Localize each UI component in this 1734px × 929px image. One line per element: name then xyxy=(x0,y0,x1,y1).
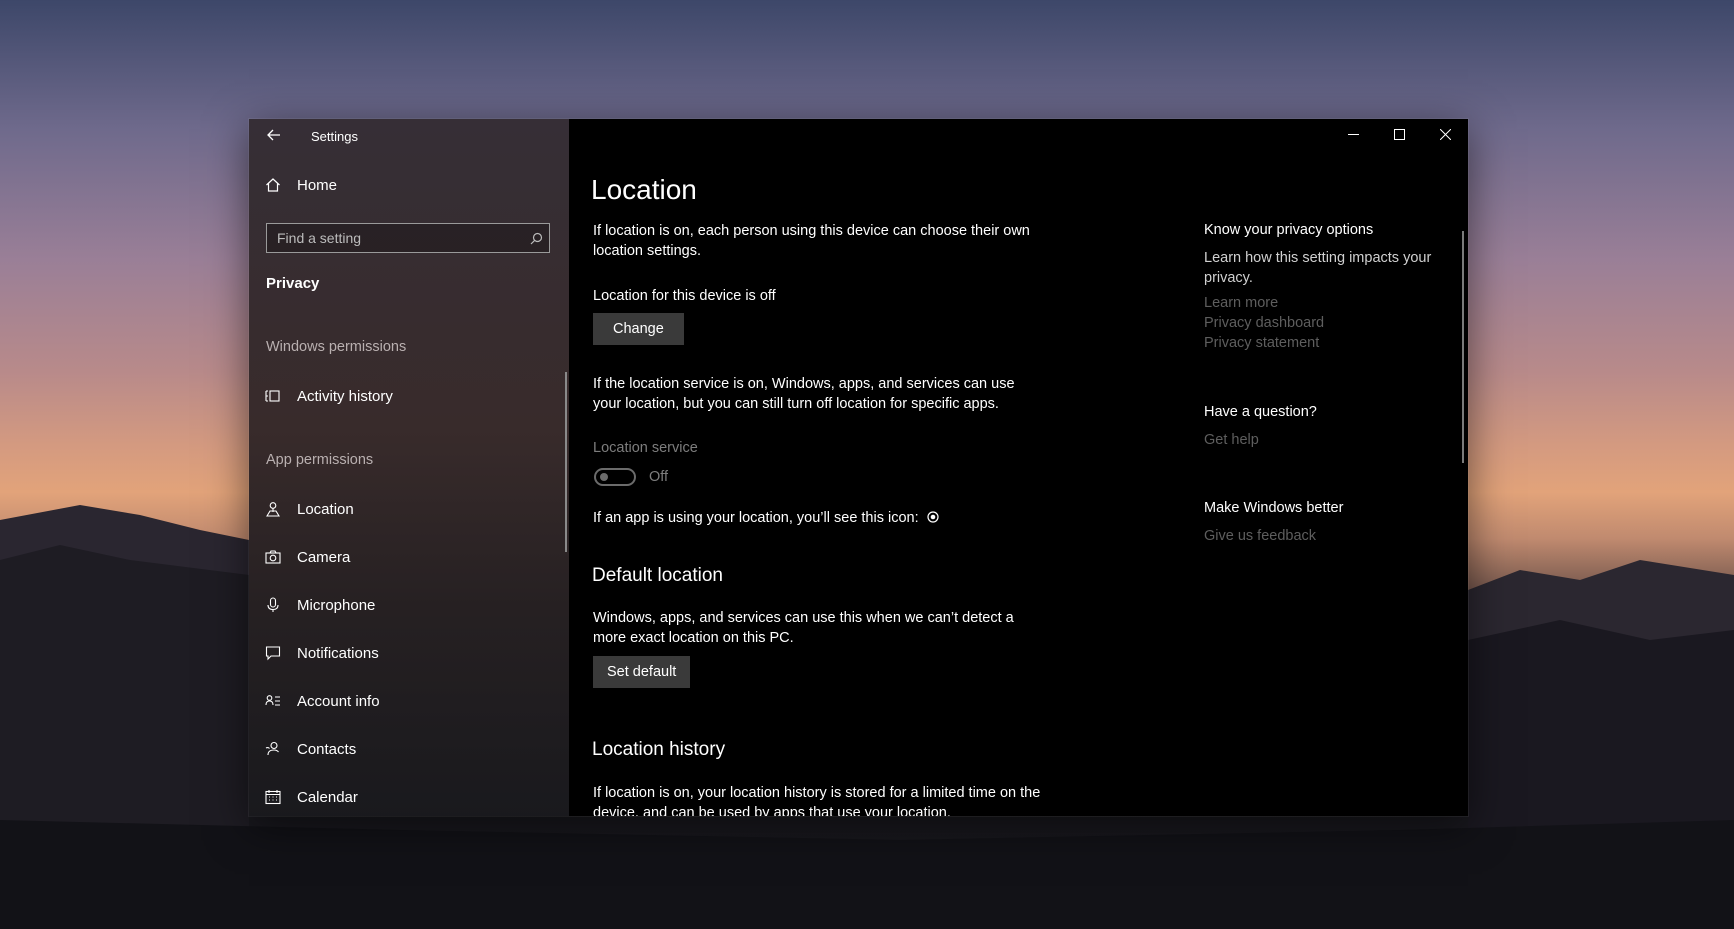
sidebar-item-calendar[interactable]: Calendar xyxy=(263,782,358,812)
nav-home[interactable]: Home xyxy=(263,171,337,199)
learn-more-link[interactable]: Learn more xyxy=(1204,295,1278,311)
search-input[interactable] xyxy=(267,224,523,252)
get-help-link[interactable]: Get help xyxy=(1204,432,1259,448)
privacy-options-text: Learn how this setting impacts your priv… xyxy=(1204,250,1432,286)
maximize-icon xyxy=(1393,128,1405,140)
contacts-icon xyxy=(263,739,283,759)
location-in-use-icon xyxy=(927,511,939,523)
sidebar-item-contacts[interactable]: Contacts xyxy=(263,734,356,764)
default-location-text: Windows, apps, and services can use this… xyxy=(593,610,1014,646)
microphone-icon xyxy=(263,595,283,615)
app-permissions-label: App permissions xyxy=(266,452,374,468)
minimize-icon xyxy=(1347,133,1359,135)
sidebar-item-label: Notifications xyxy=(297,644,379,662)
sidebar-item-account-info[interactable]: Account info xyxy=(263,686,380,716)
default-location-heading: Default location xyxy=(592,565,723,586)
maximize-button[interactable] xyxy=(1376,119,1422,149)
toggle-knob xyxy=(600,473,608,481)
set-default-button[interactable]: Set default xyxy=(593,656,691,688)
device-location-status: Location for this device is off xyxy=(593,288,776,304)
window-controls xyxy=(1330,119,1468,149)
icon-notice-text: If an app is using your location, you’ll… xyxy=(593,510,919,526)
back-arrow-icon xyxy=(267,129,280,141)
sidebar-item-label: Account info xyxy=(297,692,380,710)
sidebar-item-activity-history[interactable]: Activity history xyxy=(263,381,393,411)
notifications-icon xyxy=(263,643,283,663)
search-icon[interactable] xyxy=(523,225,549,251)
sidebar-item-label: Camera xyxy=(297,548,351,566)
sidebar: Settings Home Privacy Windows permission… xyxy=(249,119,569,816)
privacy-statement-link[interactable]: Privacy statement xyxy=(1204,335,1319,351)
sidebar-item-label: Microphone xyxy=(297,596,376,614)
activity-history-icon xyxy=(263,386,283,406)
privacy-dashboard-link[interactable]: Privacy dashboard xyxy=(1204,315,1324,331)
icon-notice-row: If an app is using your location, you’ll… xyxy=(593,508,1093,528)
location-history-text: If location is on, your location history… xyxy=(593,785,1041,816)
sidebar-scrollbar[interactable] xyxy=(565,372,567,552)
question-heading: Have a question? xyxy=(1204,404,1317,420)
give-feedback-link[interactable]: Give us feedback xyxy=(1204,528,1316,544)
make-windows-better-heading: Make Windows better xyxy=(1204,500,1344,516)
main-content: Location If location is on, each person … xyxy=(569,119,1468,816)
location-history-heading: Location history xyxy=(592,739,726,760)
main-scrollbar[interactable] xyxy=(1462,231,1464,463)
back-button[interactable] xyxy=(263,127,285,147)
section-title: Privacy xyxy=(266,275,320,292)
account-info-icon xyxy=(263,691,283,711)
app-title: Settings xyxy=(311,129,358,144)
calendar-icon xyxy=(263,787,283,807)
change-button[interactable]: Change xyxy=(593,313,684,345)
sidebar-item-label: Contacts xyxy=(297,740,357,758)
sidebar-item-microphone[interactable]: Microphone xyxy=(263,590,375,620)
settings-window: Settings Home Privacy Windows permission… xyxy=(249,119,1468,816)
sidebar-item-camera[interactable]: Camera xyxy=(263,542,350,572)
location-service-label: Location service xyxy=(593,440,698,456)
sidebar-item-notifications[interactable]: Notifications xyxy=(263,638,379,668)
sidebar-item-location[interactable]: Location xyxy=(263,494,354,524)
close-button[interactable] xyxy=(1422,119,1468,149)
intro-text: If location is on, each person using thi… xyxy=(593,223,1030,259)
sidebar-item-label: Calendar xyxy=(297,788,358,806)
sidebar-item-label: Activity history xyxy=(297,387,393,405)
sidebar-item-label: Location xyxy=(297,500,354,518)
minimize-button[interactable] xyxy=(1330,119,1376,149)
close-icon xyxy=(1439,128,1451,140)
nav-home-label: Home xyxy=(297,176,338,194)
home-icon xyxy=(263,175,283,195)
page-title: Location xyxy=(591,174,697,205)
camera-icon xyxy=(263,547,283,567)
location-icon xyxy=(263,499,283,519)
service-description: If the location service is on, Windows, … xyxy=(593,376,1015,412)
windows-permissions-label: Windows permissions xyxy=(266,339,407,355)
privacy-options-heading: Know your privacy options xyxy=(1204,222,1374,238)
location-service-state: Off xyxy=(649,469,669,485)
search-box[interactable] xyxy=(266,223,550,253)
location-service-toggle[interactable] xyxy=(594,468,636,486)
